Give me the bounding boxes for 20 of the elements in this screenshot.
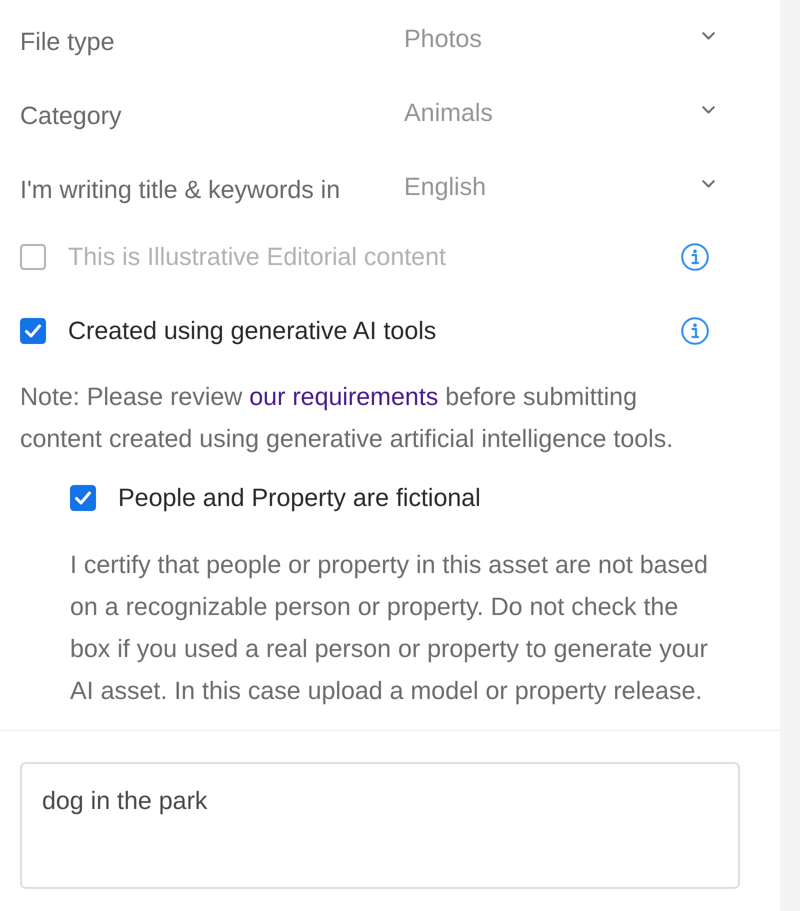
dropdown[interactable]: English [404, 172, 715, 202]
dropdown[interactable]: Animals [404, 98, 715, 128]
field-label: File type [20, 28, 116, 56]
chevron-down-icon [702, 180, 715, 188]
field-label: I'm writing title & keywords in [20, 176, 342, 204]
field-label: Category [20, 102, 122, 130]
requirements-link[interactable]: our requirements [249, 383, 438, 411]
chevron-down-icon [702, 32, 715, 40]
checkbox-label: This is Illustrative Editorial content [68, 242, 446, 272]
checkbox[interactable] [70, 485, 96, 511]
info-icon[interactable] [681, 317, 709, 345]
note-text: Note: Please review our requirements before submitting content created using generative artificial intelligence tools. [20, 382, 674, 455]
chevron-down-icon [702, 106, 715, 114]
dropdown[interactable]: Photos [404, 24, 715, 54]
checkbox-label: People and Property are fictional [118, 484, 481, 512]
checkbox-label: Created using generative AI tools [68, 316, 436, 346]
certification-text: I certify that people or property in this asset are not based on a recognizable person or property. Do not check the box if you used a real person or property to generate your AI asset. In this case upload a model or property release. [70, 550, 709, 707]
checkbox[interactable] [20, 318, 46, 344]
info-icon[interactable] [681, 243, 709, 271]
description-field[interactable]: dog in the park [20, 762, 740, 889]
